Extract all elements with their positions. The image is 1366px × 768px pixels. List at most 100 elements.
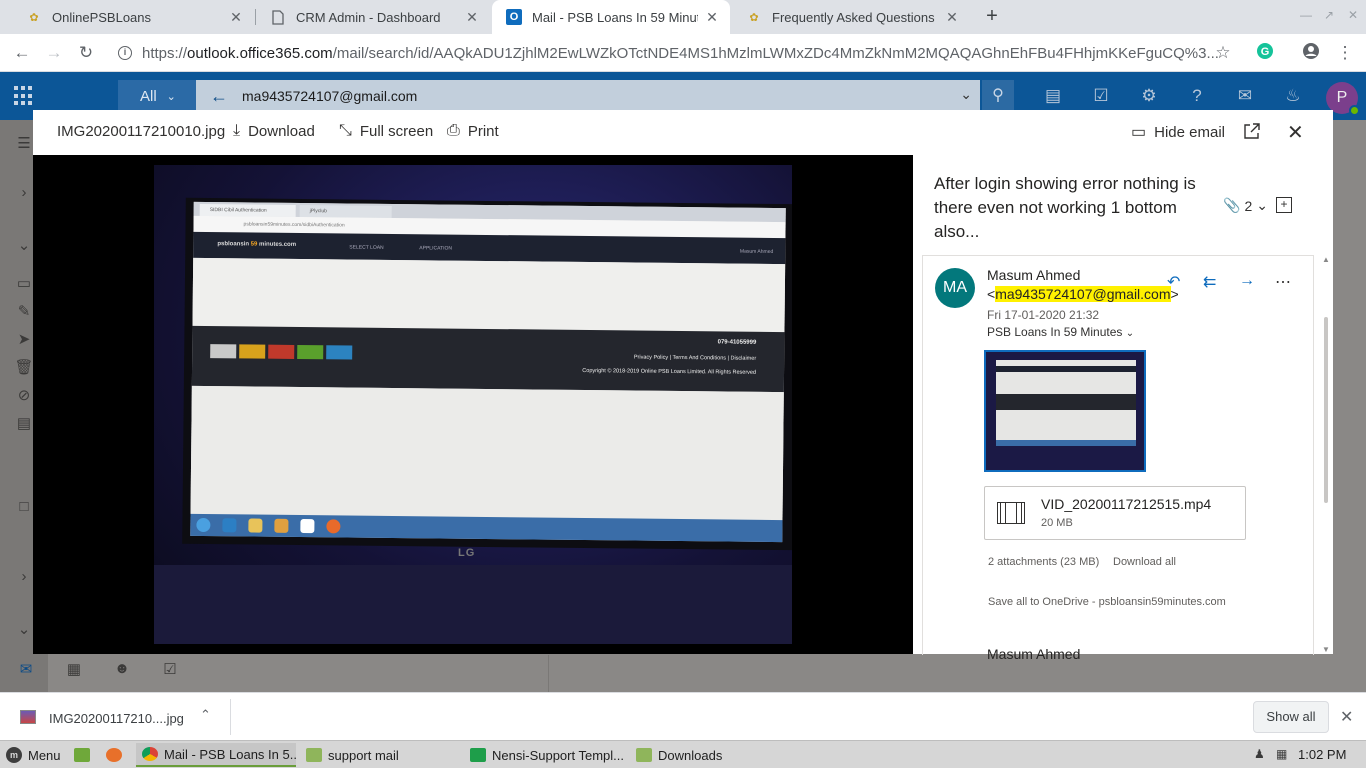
close-shelf-icon[interactable]: ✕	[1340, 707, 1353, 727]
taskbar-item-chrome[interactable]: Mail - PSB Loans In 5...	[136, 743, 296, 767]
show-all-downloads-button[interactable]: Show all	[1253, 701, 1329, 733]
scope-label: All	[140, 87, 157, 105]
search-button[interactable]: ⚲	[982, 80, 1014, 112]
photo-site-logo: psbloansin 59 minutes.com	[217, 241, 297, 248]
search-input[interactable]: ← ma9435724107@gmail.com ⌄	[196, 80, 980, 112]
attachment-count-button[interactable]: 📎 2 ⌄	[1223, 197, 1268, 214]
attachment-file-name: IMG20200117210010.jpg	[57, 123, 226, 140]
minimize-icon[interactable]: —	[1300, 8, 1312, 22]
tab-crm-admin[interactable]: CRM Admin - Dashboard ✕	[256, 0, 490, 34]
scroll-up-icon[interactable]: ▲	[1322, 255, 1330, 264]
chevron-up-icon[interactable]: ⌃	[200, 707, 211, 723]
clock[interactable]: 1:02 PM	[1298, 747, 1346, 762]
tab-outlook-mail[interactable]: O Mail - PSB Loans In 59 Minutes ✕	[492, 0, 730, 34]
new-tab-button[interactable]: +	[982, 6, 1002, 28]
sender-avatar[interactable]: MA	[935, 268, 975, 308]
users-icon[interactable]: ♟	[1254, 747, 1268, 761]
restore-icon[interactable]: ↗	[1324, 8, 1334, 22]
viewer-header: IMG20200117210010.jpg ⤓ Download ⤡ Full …	[33, 110, 1333, 155]
video-attachment[interactable]: VID_20200117212515.mp4 20 MB	[984, 486, 1246, 540]
open-in-new-pane-icon[interactable]: +	[1276, 197, 1292, 213]
scrollbar-thumb[interactable]	[1324, 317, 1328, 503]
mint-logo-icon: m	[6, 747, 22, 763]
attached-photo[interactable]: SIDBI Cibil Authentication jPlyclub psbl…	[154, 165, 792, 644]
tab-close-icon[interactable]: ✕	[228, 9, 244, 26]
browser-menu-icon[interactable]: ⋮	[1334, 42, 1356, 64]
firefox-launcher[interactable]	[106, 743, 126, 767]
sent-icon[interactable]: ➤	[14, 330, 34, 350]
tab-onlinepsbloans[interactable]: ✿ OnlinePSBLoans ✕	[12, 0, 254, 34]
tab-close-icon[interactable]: ✕	[704, 9, 720, 26]
print-button[interactable]: ⎙ Print	[447, 122, 499, 140]
feedback-megaphone-icon[interactable]: ✉	[1234, 85, 1256, 107]
back-arrow-icon[interactable]: ←	[210, 86, 228, 107]
taskbar-item-downloads[interactable]: Downloads	[636, 743, 766, 767]
psb-favicon-icon: ✿	[749, 11, 759, 24]
reading-pane-scrollbar[interactable]: ▲ ▼	[1321, 255, 1331, 654]
image-attachment-thumbnail[interactable]	[984, 350, 1146, 472]
forward-arrow-icon[interactable]: →	[43, 42, 65, 64]
chevron-down-icon[interactable]: ⌄	[960, 86, 972, 103]
people-icon[interactable]: ☻	[112, 660, 132, 680]
grammarly-icon[interactable]: G	[1254, 42, 1276, 64]
junk-block-icon[interactable]: ⊘	[14, 386, 34, 406]
download-button[interactable]: ⤓ Download	[233, 122, 315, 140]
app-launcher-icon[interactable]	[14, 86, 34, 106]
svg-text:G: G	[1261, 46, 1270, 58]
address-bar[interactable]: https://outlook.office365.com/mail/searc…	[112, 39, 1246, 67]
notifications-bell-icon[interactable]: ♨	[1282, 85, 1304, 107]
back-arrow-icon[interactable]: ←	[11, 42, 33, 64]
menu-label: Menu	[28, 747, 61, 763]
chevron-down-icon[interactable]: ⌄	[14, 620, 34, 640]
taskbar-item-spreadsheet[interactable]: Nensi-Support Templ...	[470, 743, 626, 767]
sender-line[interactable]: Masum Ahmed <ma9435724107@gmail.com>	[987, 266, 1179, 304]
drafts-pencil-icon[interactable]: ✎	[14, 302, 34, 322]
chevron-right-icon[interactable]: ›	[14, 568, 34, 588]
hide-email-button[interactable]: ▭ Hide email	[1131, 122, 1225, 142]
tab-close-icon[interactable]: ✕	[464, 9, 480, 26]
more-actions-icon[interactable]: ⋯	[1275, 272, 1291, 292]
start-menu-button[interactable]: m Menu	[6, 743, 64, 767]
bookmark-star-icon[interactable]: ☆	[1212, 42, 1234, 64]
sender-email: ma9435724107@gmail.com	[995, 286, 1171, 302]
save-all-onedrive-link[interactable]: Save all to OneDrive - psbloansin59minut…	[988, 596, 1226, 608]
show-desktop-button[interactable]	[74, 743, 94, 767]
network-icon[interactable]: ▦	[1276, 747, 1290, 761]
reply-all-icon[interactable]: ⇇	[1203, 272, 1216, 292]
taskbar-item-support-mail[interactable]: support mail	[306, 743, 456, 767]
chevron-right-icon[interactable]: ›	[14, 184, 34, 204]
tab-faq[interactable]: ✿ Frequently Asked Questions - P ✕	[732, 0, 970, 34]
taskbar-label: support mail	[328, 747, 399, 763]
my-day-icon[interactable]: ☑	[1090, 85, 1112, 107]
scroll-down-icon[interactable]: ▼	[1322, 645, 1330, 654]
deleted-trash-icon[interactable]: 🗑	[14, 358, 34, 378]
chevron-down-icon[interactable]: ⌄	[14, 236, 34, 256]
teams-chat-icon[interactable]: ▤	[1042, 85, 1064, 107]
close-viewer-icon[interactable]: ✕	[1287, 120, 1304, 145]
settings-gear-icon[interactable]: ⚙	[1138, 85, 1160, 107]
photo-menu-item: SELECT LOAN	[349, 244, 384, 251]
tab-close-icon[interactable]: ✕	[944, 9, 960, 26]
archive-icon[interactable]: ▤	[14, 414, 34, 434]
downloaded-file-name[interactable]: IMG20200117210....jpg	[49, 711, 184, 726]
attachment-count: 2	[1244, 197, 1253, 214]
recipient-line[interactable]: PSB Loans In 59 Minutes ⌄	[987, 325, 1134, 339]
search-scope-dropdown[interactable]: All ⌄	[118, 80, 196, 112]
reply-icon[interactable]: ↶	[1167, 272, 1180, 292]
help-icon[interactable]: ?	[1186, 85, 1208, 107]
desktop-icon	[74, 748, 90, 762]
full-screen-button[interactable]: ⤡ Full screen	[339, 122, 433, 140]
todo-check-icon[interactable]: ☑	[160, 660, 180, 680]
profile-icon[interactable]	[1300, 42, 1322, 64]
download-all-link[interactable]: Download all	[1113, 556, 1176, 568]
reload-icon[interactable]: ↻	[75, 42, 97, 64]
notes-icon[interactable]: □	[14, 498, 34, 518]
mail-icon[interactable]: ✉	[16, 660, 36, 680]
hamburger-menu-icon[interactable]: ☰	[14, 134, 34, 154]
window-close-icon[interactable]: ✕	[1348, 8, 1358, 22]
forward-icon[interactable]: →	[1239, 272, 1255, 290]
spreadsheet-icon	[470, 748, 486, 762]
calendar-icon[interactable]: ▦	[64, 660, 84, 680]
inbox-icon[interactable]: ▭	[14, 274, 34, 294]
open-in-new-window-icon[interactable]	[1243, 122, 1261, 140]
